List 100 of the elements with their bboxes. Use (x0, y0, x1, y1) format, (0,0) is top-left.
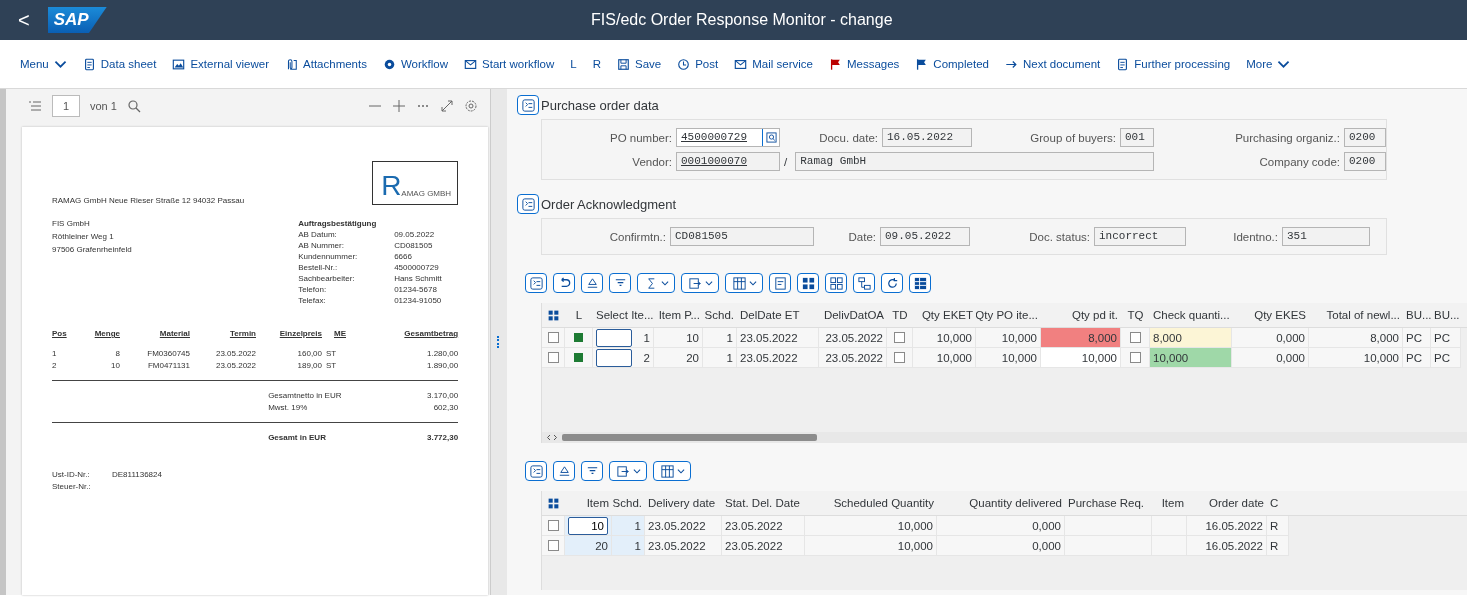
input-field[interactable]: 10 (568, 516, 608, 535)
refresh-button[interactable] (881, 273, 903, 293)
input-field[interactable]: 16.05.2022 (882, 128, 972, 147)
sort-button[interactable] (553, 461, 575, 481)
filter-button[interactable] (581, 461, 603, 481)
checkbox[interactable] (1129, 332, 1141, 343)
input-field[interactable]: Ramag GmbH (795, 152, 1154, 171)
column-header[interactable]: TD (887, 303, 913, 327)
input-field[interactable]: 001 (1120, 128, 1154, 147)
input-field[interactable] (596, 348, 632, 367)
toolbar-button[interactable]: Post (671, 53, 725, 75)
sort-button[interactable] (581, 273, 603, 293)
layout-button[interactable] (653, 461, 691, 481)
column-header[interactable]: Schd. (612, 491, 645, 515)
toolbar-button[interactable]: Menu (14, 53, 73, 75)
toolbar-button[interactable]: Messages (822, 53, 906, 75)
input-field[interactable]: 0001000070 (676, 152, 780, 171)
settings-icon[interactable] (464, 99, 479, 113)
input-field[interactable]: 351 (1282, 227, 1370, 246)
layout-button[interactable] (725, 273, 763, 293)
column-header[interactable]: Purchase Req. (1065, 491, 1152, 515)
column-header[interactable]: DelivDatOA (819, 303, 887, 327)
select-all-icon[interactable] (547, 308, 560, 322)
checkbox[interactable] (547, 332, 559, 343)
table-cell: 23.05.2022 (737, 328, 819, 348)
page-number-field[interactable]: 1 (52, 95, 80, 117)
column-header[interactable]: Total of newl... (1309, 303, 1403, 327)
export-button[interactable] (681, 273, 719, 293)
details-button[interactable] (769, 273, 791, 293)
toolbar-button[interactable]: More (1240, 53, 1297, 75)
column-header[interactable]: Qty pd it. (1041, 303, 1121, 327)
toolbar-button[interactable]: Completed (909, 53, 995, 75)
checkbox[interactable] (547, 540, 559, 551)
input-field[interactable] (596, 328, 632, 347)
column-header[interactable]: Scheduled Quantity (805, 491, 937, 515)
input-field[interactable]: incorrect (1094, 227, 1186, 246)
undo-button[interactable] (553, 273, 575, 293)
value-help-button[interactable] (762, 129, 779, 146)
select-all-icon[interactable] (547, 496, 560, 510)
column-header[interactable]: Qty PO ite... (976, 303, 1041, 327)
input-field[interactable]: 09.05.2022 (880, 227, 970, 246)
column-header[interactable]: C (1267, 491, 1289, 515)
toolbar-button[interactable]: R (586, 54, 607, 74)
export-button[interactable] (609, 461, 647, 481)
column-header[interactable]: DelDate ET (737, 303, 819, 327)
checkbox[interactable] (894, 332, 905, 343)
input-field[interactable]: 4500000729 (676, 128, 780, 147)
input-field[interactable]: CD081505 (670, 227, 814, 246)
toolbar-button[interactable]: External viewer (166, 53, 276, 75)
deselect-all-icon (828, 275, 844, 291)
expand-icon[interactable] (440, 99, 455, 113)
toolbar-button[interactable]: Next document (998, 53, 1107, 75)
input-field[interactable]: 0200 (1344, 152, 1386, 171)
column-header[interactable]: L (565, 303, 593, 327)
toolbar-button[interactable]: Further processing (1110, 53, 1237, 75)
table-cell: 23.05.2022 (645, 516, 722, 536)
toolbar-button[interactable]: L (564, 54, 583, 74)
deselect-all-button[interactable] (825, 273, 847, 293)
column-header[interactable]: Qty EKET (913, 303, 976, 327)
column-header[interactable]: Delivery date (645, 491, 722, 515)
column-header[interactable]: Item P... (654, 303, 703, 327)
collapse-button[interactable] (517, 95, 539, 115)
column-header[interactable]: Qty EKES (1232, 303, 1309, 327)
column-header[interactable]: Stat. Del. Date (722, 491, 805, 515)
search-icon[interactable] (126, 99, 141, 113)
checkbox[interactable] (1129, 352, 1141, 363)
table-button[interactable] (909, 273, 931, 293)
column-header[interactable]: Select Ite... (593, 303, 654, 327)
checkbox[interactable] (547, 520, 559, 531)
toolbar-button[interactable]: Start workflow (458, 53, 561, 75)
splitter-handle[interactable] (497, 336, 502, 348)
column-header[interactable]: Order date (1187, 491, 1267, 515)
sum-button[interactable] (637, 273, 675, 293)
column-header[interactable]: Item (1152, 491, 1187, 515)
scrollbar-thumb[interactable] (562, 434, 817, 441)
checkbox[interactable] (547, 352, 559, 363)
column-header[interactable]: BU... (1431, 303, 1461, 327)
input-field[interactable]: 0200 (1344, 128, 1386, 147)
checkbox[interactable] (894, 352, 905, 363)
column-header[interactable]: Quantity delivered (937, 491, 1065, 515)
select-all-button[interactable] (797, 273, 819, 293)
toolbar-button[interactable]: Attachments (279, 53, 373, 75)
toolbar-button[interactable]: Workflow (376, 53, 455, 75)
toolbar-button[interactable]: Mail service (728, 53, 819, 75)
column-header[interactable]: Item (565, 491, 612, 515)
collapse-button[interactable] (525, 461, 547, 481)
toolbar-button[interactable]: Data sheet (76, 53, 163, 75)
column-header[interactable]: Schd. (703, 303, 737, 327)
column-header[interactable]: BU... (1403, 303, 1431, 327)
collapse-button[interactable] (525, 273, 547, 293)
hierarchy-button[interactable] (853, 273, 875, 293)
table-cell: 0,000 (937, 536, 1065, 556)
toolbar-button[interactable]: Save (610, 53, 668, 75)
scroll-arrows-icon[interactable] (546, 434, 558, 441)
column-header[interactable]: TQ (1121, 303, 1150, 327)
collapse-button[interactable] (517, 194, 539, 214)
column-header[interactable]: Check quanti... (1150, 303, 1232, 327)
document-column-header: Gesamtbetrag (403, 329, 459, 338)
filter-button[interactable] (609, 273, 631, 293)
back-button[interactable]: < (14, 8, 34, 32)
